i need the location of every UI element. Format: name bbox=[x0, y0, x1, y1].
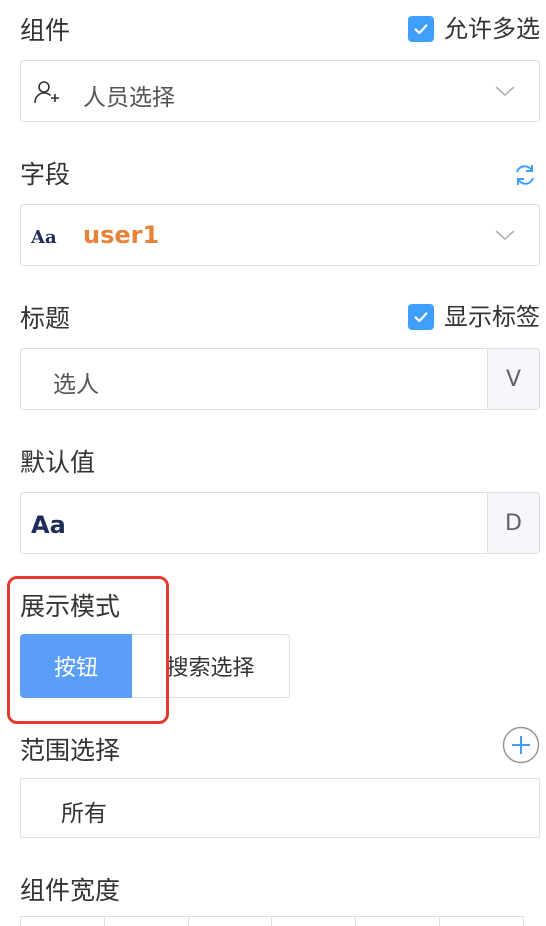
field-label: 字段 bbox=[20, 160, 71, 189]
chevron-down-icon bbox=[493, 79, 517, 103]
width-option[interactable] bbox=[440, 917, 523, 926]
title-input[interactable]: 选人 V bbox=[20, 348, 540, 410]
component-select[interactable]: 人员选择 bbox=[20, 60, 540, 122]
variable-addon-button[interactable]: V bbox=[487, 349, 539, 409]
range-input[interactable]: 所有 bbox=[20, 778, 540, 838]
component-width-selector[interactable] bbox=[20, 916, 524, 926]
show-label-text: 显示标签 bbox=[444, 303, 540, 331]
width-option[interactable] bbox=[356, 917, 441, 926]
check-icon[interactable] bbox=[408, 304, 434, 330]
default-value-label: 默认值 bbox=[20, 448, 96, 477]
annotation-highlight-box bbox=[7, 576, 169, 724]
default-addon-button[interactable]: D bbox=[487, 493, 539, 553]
default-value-input[interactable]: Aa D bbox=[20, 492, 540, 554]
range-label: 范围选择 bbox=[20, 736, 121, 765]
range-value: 所有 bbox=[61, 801, 107, 827]
title-input-value: 选人 bbox=[53, 372, 99, 398]
refresh-icon[interactable] bbox=[512, 162, 538, 188]
check-icon[interactable] bbox=[408, 16, 434, 42]
field-select[interactable]: Aa user1 bbox=[20, 204, 540, 266]
component-width-label: 组件宽度 bbox=[20, 876, 121, 905]
allow-multi-checkbox[interactable]: 允许多选 bbox=[408, 16, 540, 42]
plus-circle-icon[interactable] bbox=[502, 726, 540, 764]
default-value-text: Aa bbox=[31, 511, 66, 539]
text-type-icon: Aa bbox=[31, 227, 57, 248]
show-label-checkbox[interactable]: 显示标签 bbox=[408, 304, 540, 330]
component-label: 组件 bbox=[20, 16, 71, 45]
field-select-value: user1 bbox=[83, 221, 160, 249]
user-add-icon bbox=[33, 79, 59, 105]
chevron-down-icon bbox=[493, 223, 517, 247]
allow-multi-label: 允许多选 bbox=[444, 15, 540, 43]
title-label: 标题 bbox=[20, 304, 71, 333]
width-option[interactable] bbox=[105, 917, 189, 926]
width-option[interactable] bbox=[21, 917, 105, 926]
component-select-value: 人员选择 bbox=[83, 85, 175, 111]
width-option[interactable] bbox=[189, 917, 273, 926]
width-option[interactable] bbox=[272, 917, 357, 926]
